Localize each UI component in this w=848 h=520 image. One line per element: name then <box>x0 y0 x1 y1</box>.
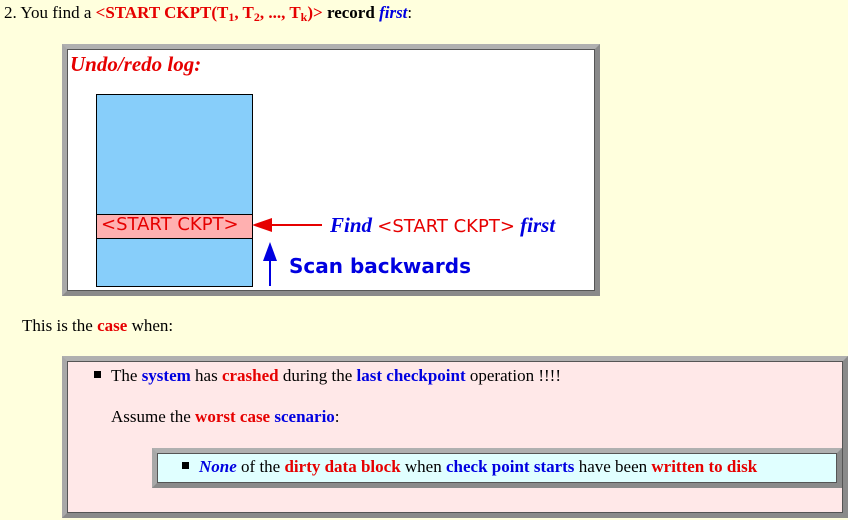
dirty-block-term: dirty data block <box>284 457 401 476</box>
worst-case-term: worst case <box>195 407 271 426</box>
first-word: first <box>379 3 408 22</box>
last-checkpoint-term: last checkpoint <box>356 366 466 385</box>
list-item-crash: The system has crashed during the last c… <box>94 366 561 386</box>
find-first: first <box>520 213 556 237</box>
written-to-disk-term: written to disk <box>651 457 758 476</box>
assume-line: Assume the worst case scenario: <box>111 407 340 426</box>
bullet-icon <box>94 371 101 378</box>
heading: 2. You find a <START CKPT(T1, T2, ..., T… <box>4 3 412 25</box>
log-block <box>96 94 253 287</box>
checkpoint-starts-term: check point starts <box>445 457 575 476</box>
checkpoint-record-heading: <START CKPT(T1, T2, ..., Tk)> <box>95 3 323 24</box>
find-record: <START CKPT> <box>377 216 515 237</box>
case-line: This is the case when: <box>22 316 174 335</box>
log-title: Undo/redo log: <box>70 52 202 76</box>
none-term: None <box>199 457 237 476</box>
record-word: record <box>326 3 375 22</box>
crashed-term: crashed <box>221 366 279 385</box>
heading-colon: : <box>407 3 413 22</box>
heading-text: You find a <box>20 3 92 22</box>
case-word: case <box>97 316 128 335</box>
heading-number: 2. <box>4 3 17 22</box>
system-term: system <box>141 366 191 385</box>
find-label: Find <START CKPT> first <box>330 213 555 239</box>
checkpoint-record-label: <START CKPT> <box>101 214 239 235</box>
find-word: Find <box>330 213 373 237</box>
bullet-icon <box>182 462 189 469</box>
list-item-scenario: None of the dirty data block when check … <box>182 457 757 477</box>
scenario-term: scenario <box>274 407 335 426</box>
scan-backwards-label: Scan backwards <box>289 254 471 278</box>
